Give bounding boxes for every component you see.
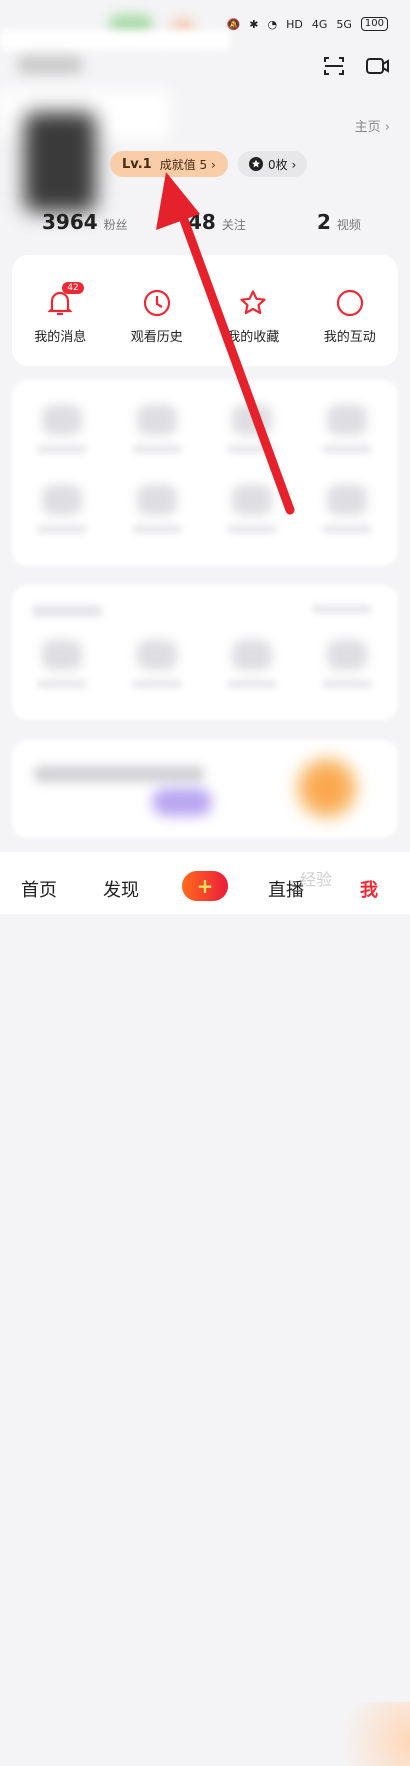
service-label — [37, 680, 87, 688]
tool-label — [322, 445, 372, 453]
star-coin-icon — [249, 157, 263, 171]
scan-icon — [324, 57, 344, 75]
quick-actions-card: 42 我的消息 观看历史 我的收藏 我的互动 — [12, 255, 398, 366]
bluetooth-icon: ✱ — [249, 17, 259, 31]
stat-following[interactable]: 48 关注 — [188, 210, 246, 234]
tool-label — [227, 445, 277, 453]
service-item — [137, 640, 177, 670]
stat-fans[interactable]: 3964 粉丝 — [42, 210, 128, 234]
quick-item-label: 我的消息 — [34, 330, 87, 345]
scan-button[interactable] — [320, 52, 348, 80]
quick-item-label: 我的收藏 — [227, 330, 280, 345]
tab-discover[interactable]: 发现 — [103, 876, 139, 902]
promo-image — [297, 758, 357, 818]
tool-item — [42, 405, 82, 435]
quick-item-messages[interactable]: 42 我的消息 — [15, 282, 105, 345]
message-badge: 42 — [62, 282, 84, 294]
quick-item-label: 我的互动 — [323, 330, 376, 345]
tab-me[interactable]: 我 — [360, 876, 378, 902]
services-card-blurred — [12, 585, 398, 720]
tool-label — [132, 525, 182, 533]
profile-name-blurred — [18, 56, 82, 74]
stat-label: 视频 — [336, 218, 361, 232]
coin-badge[interactable]: 0枚 › — [238, 151, 308, 177]
tool-item — [232, 485, 272, 515]
tool-label — [37, 445, 87, 453]
clock-icon — [143, 289, 170, 317]
stat-label: 关注 — [221, 218, 246, 232]
tools-card-blurred — [12, 380, 398, 566]
level-badge[interactable]: Lv.1 成就值 5 › — [110, 151, 228, 177]
promo-button — [152, 788, 212, 816]
tool-item — [232, 405, 272, 435]
promo-title — [34, 766, 204, 782]
quick-item-label: 观看历史 — [130, 330, 183, 345]
avatar[interactable] — [24, 112, 96, 212]
section-more — [312, 605, 372, 613]
status-icons: 🔕 ✱ ◔ HD 4G 5G 100 — [227, 17, 388, 31]
watermark: 经验 — [300, 870, 333, 889]
tab-live[interactable]: 直播 — [268, 876, 304, 902]
mute-icon: 🔕 — [226, 17, 241, 31]
star-icon — [240, 290, 266, 315]
header-blur-strip — [0, 30, 230, 50]
tool-item — [327, 405, 367, 435]
level-value: Lv.1 — [122, 156, 152, 172]
tool-item — [137, 405, 177, 435]
stat-label: 粉丝 — [103, 218, 128, 232]
service-item — [42, 640, 82, 670]
stat-number: 2 — [317, 210, 331, 234]
tool-label — [37, 525, 87, 533]
home-link[interactable]: 主页 › — [355, 116, 390, 135]
coin-count: 0枚 › — [268, 157, 297, 172]
video-camera-icon — [366, 58, 389, 74]
stat-number: 48 — [188, 210, 216, 234]
signal-a-icon: 4G — [311, 17, 328, 31]
nav-corner-glow — [320, 1702, 410, 1766]
signal-b-icon: 5G — [336, 17, 352, 31]
create-post-button[interactable]: + — [182, 871, 228, 901]
tab-home[interactable]: 首页 — [21, 876, 57, 902]
circle-icon — [336, 289, 363, 317]
quick-item-favorites[interactable]: 我的收藏 — [208, 287, 298, 345]
service-label — [132, 680, 182, 688]
tool-item — [42, 485, 82, 515]
tool-item — [327, 485, 367, 515]
service-item — [232, 640, 272, 670]
stat-videos[interactable]: 2 视频 — [317, 210, 361, 234]
battery-icon: 100 — [360, 17, 388, 31]
stat-number: 3964 — [42, 210, 98, 234]
hd-icon: HD — [286, 17, 303, 31]
tool-label — [322, 525, 372, 533]
section-title — [32, 605, 102, 617]
wifi-icon: ◔ — [267, 17, 278, 31]
service-label — [322, 680, 372, 688]
tool-item — [137, 485, 177, 515]
video-record-button[interactable] — [364, 52, 392, 80]
quick-item-interactions[interactable]: 我的互动 — [305, 287, 395, 345]
achievement-label: 成就值 5 › — [159, 157, 216, 172]
promo-banner-blurred[interactable] — [12, 740, 398, 838]
service-label — [227, 680, 277, 688]
quick-item-history[interactable]: 观看历史 — [112, 287, 202, 345]
service-item — [327, 640, 367, 670]
tool-label — [227, 525, 277, 533]
tool-label — [132, 445, 182, 453]
